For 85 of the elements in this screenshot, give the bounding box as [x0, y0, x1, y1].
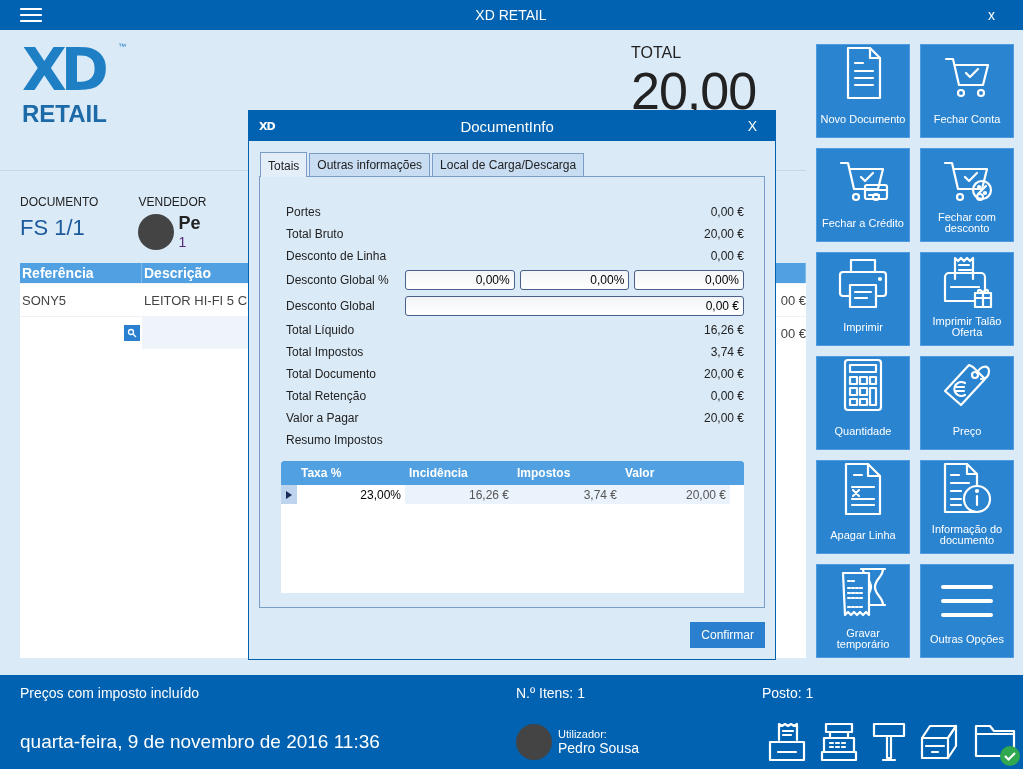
action-button[interactable]: Fechar Conta — [920, 44, 1014, 138]
tab[interactable]: Outras informações — [309, 153, 431, 176]
field-label: Desconto Global — [286, 299, 375, 313]
row-selector[interactable] — [281, 485, 297, 504]
total-amount: 20,00 — [631, 64, 758, 118]
dialog-logo: XD — [259, 119, 275, 133]
column-header: Valor — [624, 466, 656, 480]
check-badge-icon — [1000, 746, 1020, 766]
tax-note: Preços com imposto incluído — [20, 685, 200, 701]
action-button[interactable]: Gravar temporário — [816, 564, 910, 658]
folder-icon — [974, 722, 1016, 758]
total-label: Total Documento — [286, 367, 377, 381]
total-label: Valor a Pagar — [286, 411, 359, 425]
search-button[interactable] — [124, 325, 140, 341]
total-value: 0,00 € — [710, 389, 744, 403]
logo-mark: XD — [22, 44, 105, 96]
cash-drawer-icon — [920, 722, 960, 762]
tab[interactable]: Totais — [260, 152, 308, 177]
document-label: DOCUMENTO — [20, 195, 99, 209]
total-label: Total Líquido — [286, 323, 355, 337]
input-field[interactable]: 0,00% — [519, 270, 630, 290]
action-button[interactable]: Preço — [920, 356, 1014, 450]
pointer-icon — [286, 490, 292, 499]
logo-wordmark: RETAIL — [22, 100, 108, 128]
input-field[interactable]: 0,00% — [405, 270, 515, 290]
user-name: Pedro Sousa — [558, 740, 639, 756]
total-value: 3,74 € — [710, 345, 744, 359]
input-field[interactable]: 0,00% — [634, 270, 744, 290]
tab[interactable]: Local de Carga/Descarga — [432, 153, 585, 176]
total-value: 0,00 € — [710, 249, 744, 263]
action-button[interactable]: Fechar a Crédito — [816, 148, 910, 242]
total-label: Total Bruto — [286, 227, 344, 241]
total-value: 20,00 € — [703, 227, 744, 241]
action-button[interactable]: Quantidade — [816, 356, 910, 450]
table-cell-text: 00 € — [779, 292, 806, 308]
items-count: N.º Itens: 1 — [516, 685, 586, 701]
vendor-name: Pe — [178, 213, 201, 234]
input-field[interactable]: 0,00 € — [405, 296, 744, 316]
menu-icon — [20, 7, 42, 23]
pole-display-icon — [872, 722, 906, 762]
table-cell-text: LEITOR HI-FI 5 C — [143, 292, 248, 308]
table-cell-text: SONY5 — [21, 292, 67, 308]
close-button[interactable]: X — [739, 118, 765, 134]
column-header: Taxa % — [300, 466, 343, 480]
action-button[interactable]: Outras Opções — [920, 564, 1014, 658]
total-value: 20,00 € — [703, 367, 744, 381]
vendor-number: 1 — [178, 234, 188, 250]
action-button[interactable]: Informação do documento — [920, 460, 1014, 554]
total-value: 20,00 € — [703, 411, 744, 425]
receipt-printer-icon — [768, 722, 806, 762]
table-cell: 20,00 € — [621, 485, 730, 504]
close-button[interactable]: x — [980, 7, 1003, 23]
total-label: Desconto de Linha — [286, 249, 387, 263]
action-button[interactable]: Imprimir — [816, 252, 910, 346]
total-label: Total Retenção — [286, 389, 367, 403]
calculator-icon — [841, 357, 885, 413]
total-value: 0,00 € — [710, 205, 744, 219]
table-cell: 3,74 € — [513, 485, 621, 504]
vendor-label: VENDEDOR — [138, 195, 207, 209]
total-value: 16,26 € — [703, 323, 744, 337]
cash-register-icon — [820, 722, 858, 762]
column-header: Referência — [20, 263, 142, 283]
user-label: Utilizador: — [558, 728, 608, 740]
action-button[interactable]: Novo Documento — [816, 44, 910, 138]
table-cell-text: 00 € — [779, 325, 806, 341]
dialog-title: DocumentInfo — [459, 117, 555, 135]
action-button[interactable]: Fechar com desconto — [920, 148, 1014, 242]
total-label: Portes — [286, 205, 321, 219]
column-header: Impostos — [516, 466, 572, 480]
printer-icon — [836, 257, 890, 309]
column-header: Incidência — [408, 466, 469, 480]
table-cell: 16,26 € — [405, 485, 513, 504]
app-title: XD RETAIL — [474, 7, 548, 23]
action-button[interactable]: Imprimir Talão Oferta — [920, 252, 1014, 346]
total-label: TOTAL — [631, 44, 683, 62]
action-button[interactable]: Apagar Linha — [816, 460, 910, 554]
confirm-button[interactable]: Confirmar — [690, 622, 765, 648]
avatar — [138, 213, 175, 250]
total-label: Total Impostos — [286, 345, 364, 359]
station-label: Posto: 1 — [762, 685, 815, 701]
user-avatar — [516, 724, 552, 760]
date-time: quarta-feira, 9 de novembro de 2016 11:36 — [20, 731, 381, 753]
document-number: FS 1/1 — [20, 215, 86, 241]
section-label: Resumo Impostos — [286, 433, 383, 447]
trademark-sign: ™ — [118, 42, 126, 51]
